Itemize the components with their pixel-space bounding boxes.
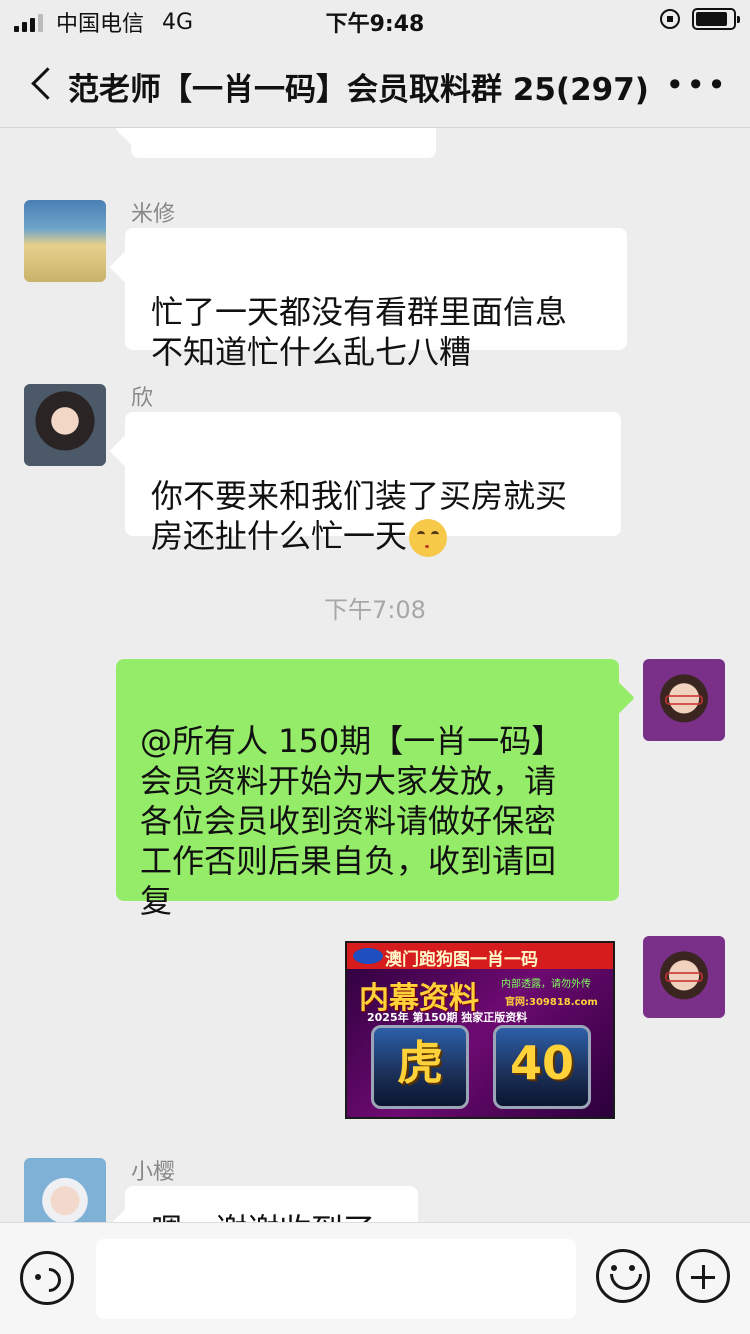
avatar-self[interactable] [643,659,725,741]
input-bar [0,1222,750,1334]
image-message[interactable]: 澳门跑狗图一肖一码 内幕资料 内部透露，请勿外传 官网:309818.com 2… [345,941,615,1119]
image-website-text: 官网:309818.com [505,997,598,1008]
zodiac-badge: 虎 [371,1025,469,1109]
back-chevron-icon[interactable] [22,60,62,106]
voice-input-icon[interactable] [20,1251,74,1305]
image-slogan-text: 内部透露，请勿外传 [501,979,591,990]
zodiac-text: 虎 [397,1036,443,1090]
sender-name: 小樱 [131,1160,176,1185]
battery-icon [692,8,740,30]
glasses-icon [665,695,703,705]
timestamp: 下午7:08 [324,596,426,624]
message-bubble[interactable]: 忙了一天都没有看群里面信息 不知道忙什么乱七八糟 [125,228,627,371]
message-text: 嗯，谢谢收到了 [151,1211,375,1222]
chat-area[interactable]: 米修 忙了一天都没有看群里面信息 不知道忙什么乱七八糟 欣 你不要来和我们装了买… [0,0,750,1222]
add-plus-icon[interactable] [676,1249,730,1303]
message-bubble[interactable]: 嗯，谢谢收到了 [125,1186,418,1222]
message-text: 你不要来和我们装了买房就买 房还扯什么忙一天 [151,477,568,555]
image-header-text: 澳门跑狗图一肖一码 [385,950,538,970]
avatar-xiaoying[interactable] [24,1158,106,1222]
image-issue-text: 2025年 第150期 独家正版资料 [367,1011,528,1024]
shushing-face-emoji-icon [409,519,448,557]
chat-header: 范老师【一肖一码】会员取料群 25(297) ••• [0,40,750,128]
message-text: @所有人 150期【一肖一码】 会员资料开始为大家发放，请 各位会员收到资料请做… [140,722,564,920]
image-logo-icon [353,948,383,964]
status-time: 下午9:48 [325,12,425,37]
avatar-xin[interactable] [24,384,106,466]
rotation-lock-icon [660,9,680,29]
sender-name: 米修 [131,202,176,227]
glasses-icon [665,972,703,982]
emoji-icon[interactable] [596,1249,650,1303]
message-text: 忙了一天都没有看群里面信息 不知道忙什么乱七八糟 [151,293,568,371]
number-badge: 40 [493,1025,591,1109]
avatar-mixiu[interactable] [24,200,106,282]
avatar-self[interactable] [643,936,725,1018]
message-bubble[interactable]: 你不要来和我们装了买房就买 房还扯什么忙一天 [125,412,621,557]
message-bubble-outgoing[interactable]: @所有人 150期【一肖一码】 会员资料开始为大家发放，请 各位会员收到资料请做… [116,659,619,920]
number-text: 40 [509,1036,574,1090]
status-right [660,8,740,30]
more-options-icon[interactable]: ••• [665,66,728,104]
sender-name: 欣 [131,386,154,411]
chat-title: 范老师【一肖一码】会员取料群 25(297) [68,72,649,108]
status-bar: 中国电信 4G 下午9:48 [0,0,750,40]
message-input[interactable] [96,1239,576,1319]
